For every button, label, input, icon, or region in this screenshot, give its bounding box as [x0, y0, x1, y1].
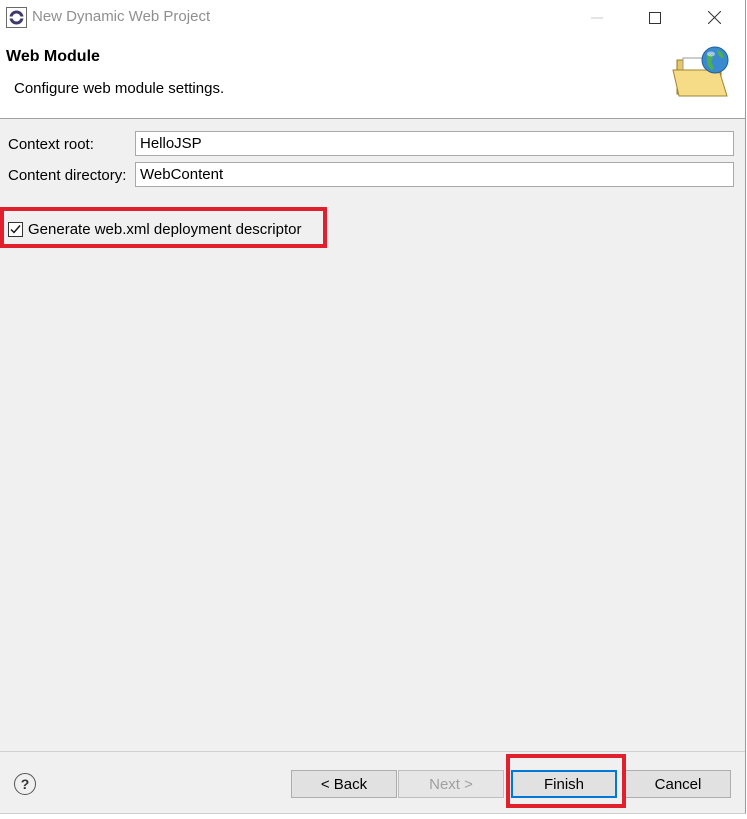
maximize-button[interactable] — [626, 0, 684, 35]
close-icon — [707, 11, 721, 24]
window-title: New Dynamic Web Project — [32, 8, 211, 25]
content-directory-input[interactable] — [135, 162, 734, 187]
button-bar-separator — [0, 751, 745, 752]
folder-globe-icon — [672, 46, 729, 97]
close-button[interactable] — [685, 0, 743, 35]
title-bar: New Dynamic Web Project — [0, 0, 745, 35]
wizard-header: Web Module Configure web module settings… — [0, 35, 745, 119]
context-root-label: Context root: — [8, 136, 94, 153]
minimize-icon — [591, 17, 603, 18]
content-directory-label: Content directory: — [8, 167, 127, 184]
page-title: Web Module — [6, 48, 100, 65]
page-description: Configure web module settings. — [14, 80, 225, 97]
maximize-icon — [649, 11, 661, 24]
minimize-button[interactable] — [568, 0, 626, 35]
help-button[interactable]: ? — [14, 773, 36, 795]
wizard-dialog: New Dynamic Web Project Web Module Confi… — [0, 0, 746, 814]
back-button[interactable]: < Back — [291, 770, 397, 798]
help-icon: ? — [20, 776, 30, 792]
next-button[interactable]: Next > — [398, 770, 504, 798]
checkbox-highlight-box — [0, 207, 327, 248]
finish-highlight-box — [506, 754, 626, 808]
cancel-button[interactable]: Cancel — [625, 770, 731, 798]
eclipse-app-icon — [6, 7, 27, 28]
context-root-input[interactable] — [135, 131, 734, 156]
